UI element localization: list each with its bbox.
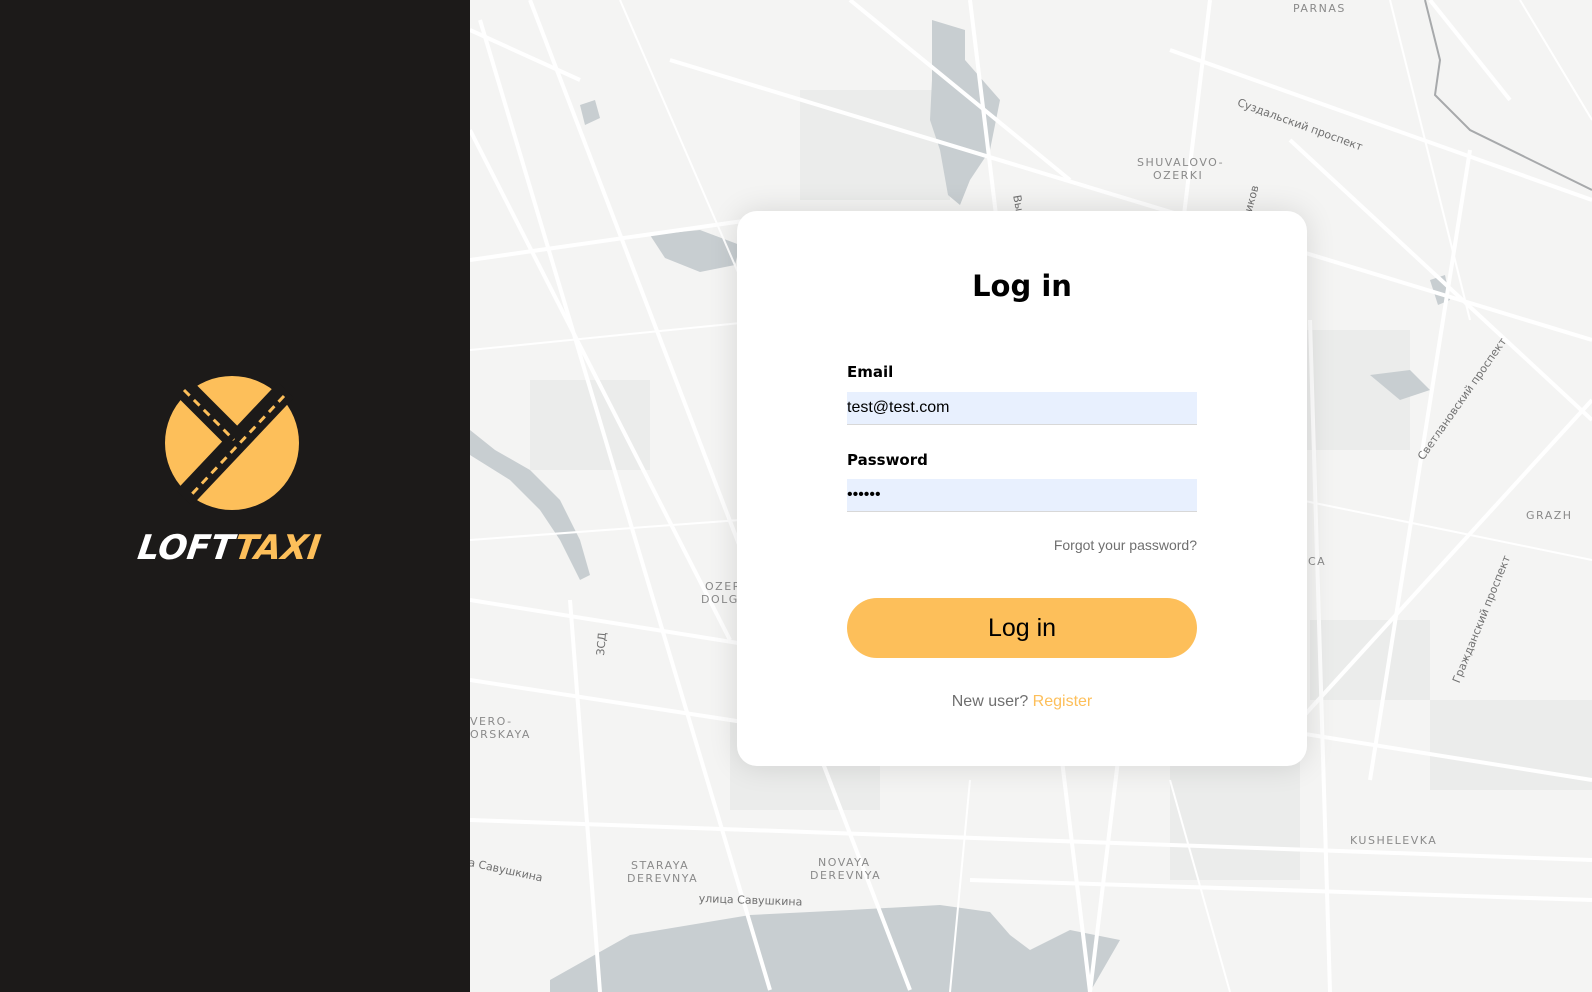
register-link[interactable]: Register: [1033, 693, 1093, 710]
password-label: Password: [847, 451, 928, 469]
new-user-text: New user?: [951, 693, 1029, 710]
map-label-vero-1: VERO-: [470, 715, 513, 728]
map-label-staraya-1: STARAYA: [631, 859, 690, 872]
sidebar: LOFTTAXI: [0, 0, 470, 992]
map-label-staraya-2: DEREVNYA: [627, 872, 699, 885]
map-label-grazh: GRAZH: [1526, 509, 1573, 522]
password-field[interactable]: [847, 479, 1197, 512]
login-title: Log in: [972, 269, 1072, 303]
map-label-novaya-1: NOVAYA: [818, 856, 871, 869]
map-label-zsd: ЗСД: [594, 631, 609, 657]
brand-wordmark: LOFTTAXI: [135, 528, 341, 568]
register-prompt: New user? Register: [737, 693, 1307, 711]
map-label-ca: CA: [1308, 555, 1327, 568]
map-label-vero-2: ORSKAYA: [470, 728, 531, 741]
forgot-password-link[interactable]: Forgot your password?: [847, 537, 1197, 553]
email-label: Email: [847, 363, 894, 381]
map-label-parnas: PARNAS: [1293, 2, 1346, 15]
logo: LOFTTAXI: [0, 370, 470, 570]
login-card: Log in Email Password Forgot your passwo…: [737, 211, 1307, 766]
map-label-kushelevka: KUSHELEVKA: [1350, 834, 1438, 847]
email-field[interactable]: [847, 392, 1197, 425]
taxi-logo-icon: [165, 376, 299, 510]
brand-name-taxi: TAXI: [231, 528, 324, 568]
map-label-novaya-2: DEREVNYA: [810, 869, 882, 882]
map-label-shuvalovo-1: SHUVALOVO-: [1137, 156, 1225, 169]
login-button[interactable]: Log in: [847, 598, 1197, 658]
brand-name-loft: LOFT: [135, 528, 238, 568]
map-label-shuvalovo-2: OZERKI: [1153, 169, 1204, 182]
